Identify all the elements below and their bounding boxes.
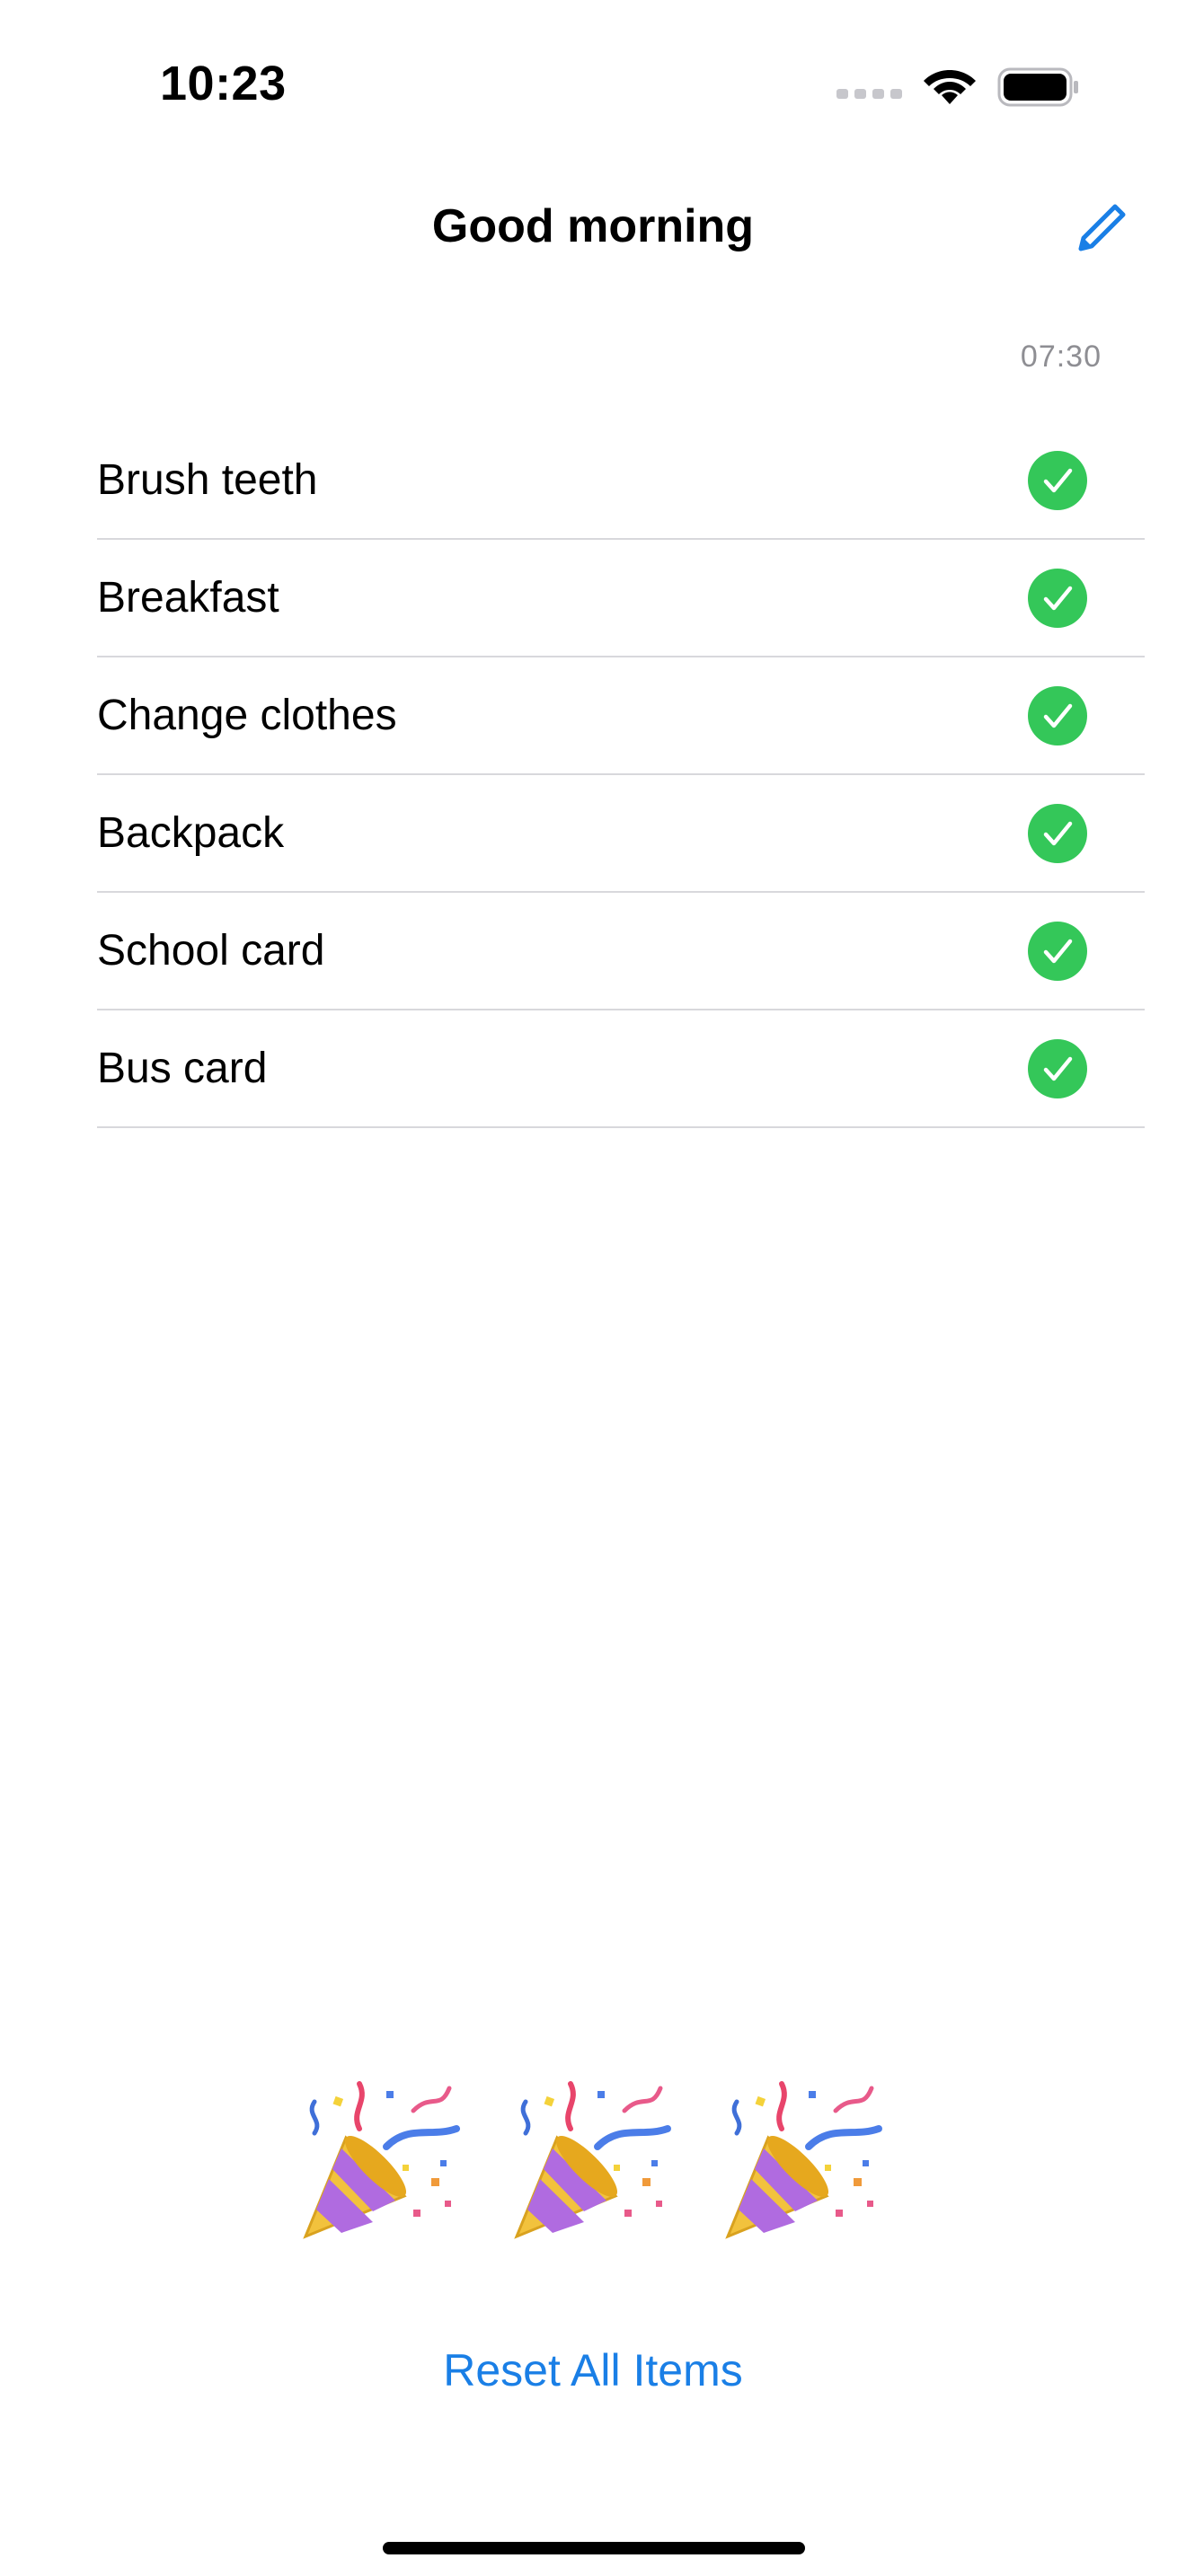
checkmark-circle-icon[interactable] [1028, 921, 1087, 981]
list-item[interactable]: Bus card [97, 1010, 1145, 1128]
cellular-signal-icon [836, 88, 902, 99]
celebration [296, 2075, 890, 2245]
item-label: Brush teeth [97, 456, 318, 504]
item-label: Change clothes [97, 692, 397, 739]
list-item[interactable]: Breakfast [97, 540, 1145, 657]
party-popper-icon [719, 2075, 890, 2245]
battery-icon [997, 67, 1080, 107]
list-item[interactable]: Backpack [97, 775, 1145, 893]
edit-button[interactable] [1071, 196, 1134, 259]
checkmark-circle-icon[interactable] [1028, 450, 1087, 510]
party-popper-icon [508, 2075, 678, 2245]
checkmark-circle-icon[interactable] [1028, 685, 1087, 745]
pencil-icon [1078, 204, 1126, 251]
party-popper-icon [296, 2075, 467, 2245]
wifi-icon [922, 66, 978, 108]
navigation-bar: Good morning [0, 180, 1186, 278]
item-label: Backpack [97, 809, 285, 857]
status-bar: 10:23 [0, 0, 1186, 171]
checklist: Brush teeth Breakfast Change clothes Bac… [97, 422, 1145, 1128]
routine-time: 07:30 [1020, 340, 1102, 374]
status-time: 10:23 [160, 57, 287, 110]
screen: 10:23 Good morning 07:30 Brush teeth Bre… [0, 0, 1186, 2576]
status-indicators [836, 63, 1080, 111]
checkmark-circle-icon[interactable] [1028, 568, 1087, 628]
home-indicator[interactable] [383, 2542, 805, 2554]
item-label: School card [97, 927, 325, 975]
item-label: Breakfast [97, 574, 279, 622]
checkmark-circle-icon[interactable] [1028, 1038, 1087, 1098]
checkmark-circle-icon[interactable] [1028, 803, 1087, 863]
reset-all-items-button[interactable]: Reset All Items [0, 2344, 1186, 2396]
list-item[interactable]: Brush teeth [97, 422, 1145, 540]
list-item[interactable]: Change clothes [97, 657, 1145, 775]
page-title: Good morning [431, 200, 755, 252]
item-label: Bus card [97, 1045, 268, 1092]
list-item[interactable]: School card [97, 893, 1145, 1010]
